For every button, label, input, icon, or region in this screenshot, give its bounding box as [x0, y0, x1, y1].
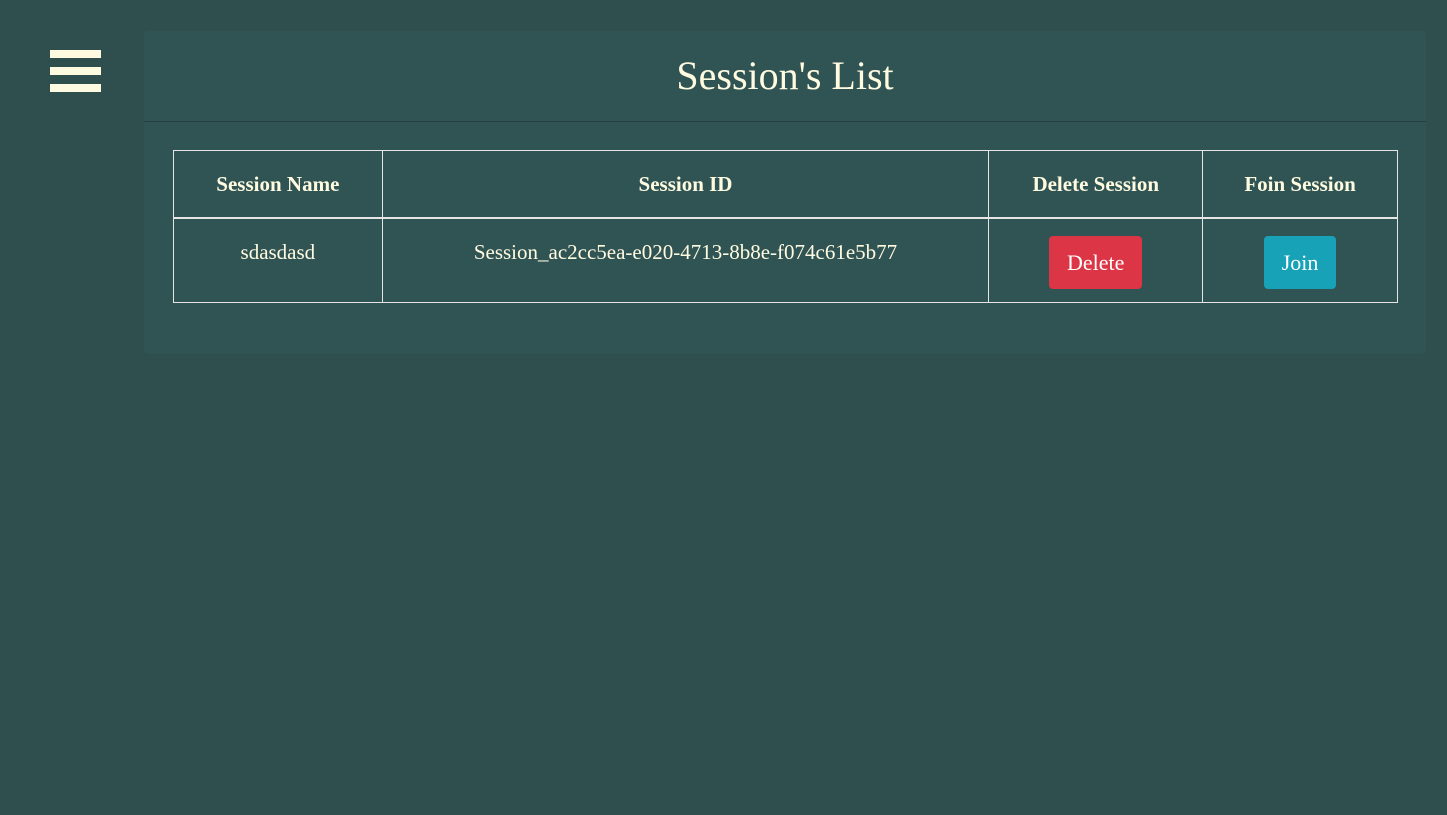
header-join-session: Foin Session — [1202, 150, 1398, 219]
card-body: Session Name Session ID Delete Session F… — [144, 122, 1426, 303]
header-session-name: Session Name — [173, 150, 383, 219]
delete-cell: Delete — [988, 217, 1204, 303]
header-delete-session: Delete Session — [988, 150, 1204, 219]
menu-bar — [50, 50, 101, 58]
sessions-table: Session Name Session ID Delete Session F… — [173, 150, 1398, 303]
session-name-cell: sdasdasd — [173, 217, 383, 303]
join-button[interactable]: Join — [1263, 236, 1337, 289]
table-header-row: Session Name Session ID Delete Session F… — [173, 150, 1398, 219]
hamburger-menu-icon[interactable] — [50, 50, 101, 92]
page-title: Session's List — [676, 53, 894, 98]
menu-bar — [50, 67, 101, 75]
delete-button[interactable]: Delete — [1049, 236, 1143, 289]
sessions-card: Session's List Session Name Session ID D… — [144, 31, 1426, 354]
session-id-cell: Session_ac2cc5ea-e020-4713-8b8e-f074c61e… — [381, 217, 990, 303]
table-row: sdasdasd Session_ac2cc5ea-e020-4713-8b8e… — [173, 217, 1398, 303]
card-header: Session's List — [144, 31, 1426, 122]
header-session-id: Session ID — [381, 150, 990, 219]
menu-bar — [50, 84, 101, 92]
join-cell: Join — [1202, 217, 1398, 303]
